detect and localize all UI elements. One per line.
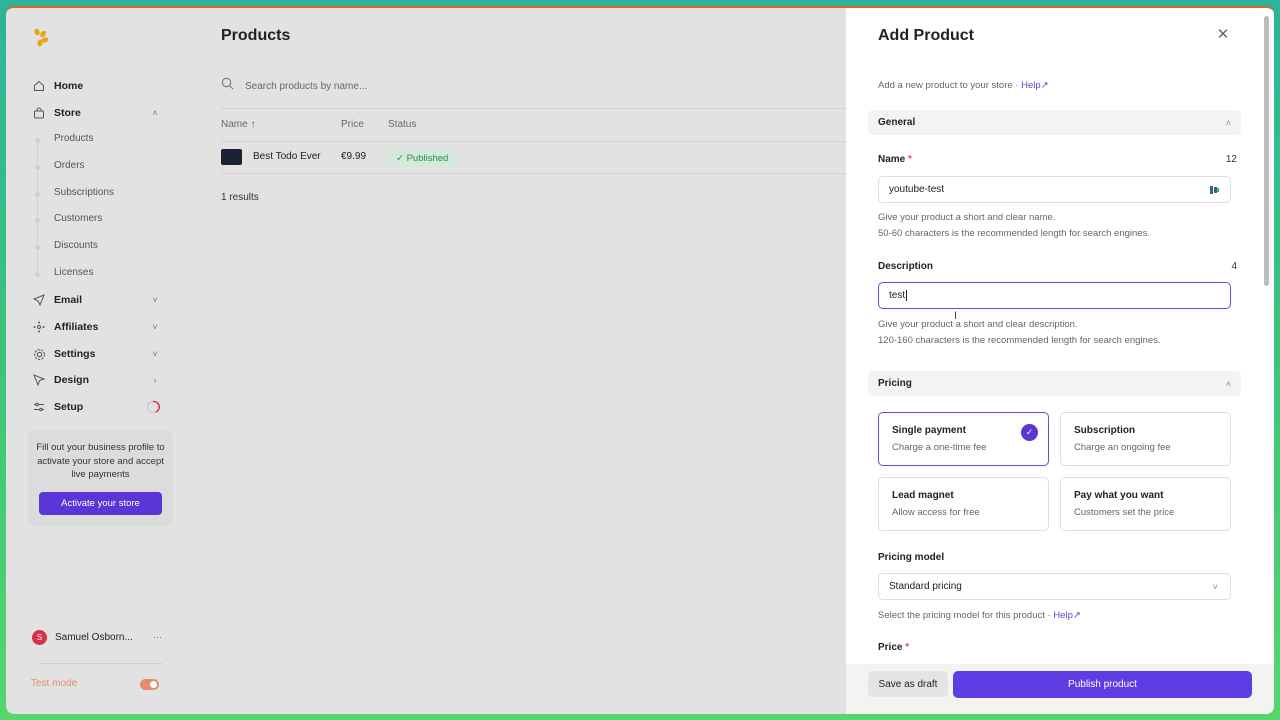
activate-store-button[interactable]: Activate your store (39, 492, 162, 515)
search-bar[interactable] (221, 76, 846, 96)
sidebar-item-store[interactable]: Store ˄ (32, 102, 160, 124)
column-header-status[interactable]: Status (388, 119, 416, 130)
sidebar-item-orders[interactable]: Orders (54, 160, 85, 171)
bullet-icon (35, 218, 40, 223)
search-input[interactable] (245, 80, 645, 92)
description-field[interactable]: test (878, 282, 1231, 309)
panel-title: Add Product (878, 27, 974, 44)
user-name: Samuel Osborn... (55, 631, 133, 643)
chevron-right-icon[interactable]: › (150, 375, 160, 385)
progress-ring-icon (146, 400, 160, 414)
affiliates-icon (32, 320, 46, 334)
product-price: €9.99 (341, 151, 367, 162)
chevron-down-icon: ˅ (1212, 581, 1218, 592)
sidebar-item-subscriptions[interactable]: Subscriptions (54, 187, 114, 198)
gear-icon (32, 347, 46, 361)
cursor-icon (32, 373, 46, 387)
search-icon (221, 77, 235, 95)
divider (221, 141, 846, 142)
test-mode-toggle[interactable] (140, 679, 159, 690)
product-thumbnail (221, 149, 242, 165)
chevron-down-icon[interactable]: ˅ (150, 295, 160, 305)
more-icon[interactable]: ··· (153, 632, 162, 642)
bullet-icon (35, 165, 40, 170)
name-label: Name * (878, 154, 912, 165)
help-link[interactable]: Help↗ (1021, 80, 1049, 91)
chevron-up-icon[interactable]: ˄ (150, 108, 160, 118)
sidebar-item-discounts[interactable]: Discounts (54, 240, 98, 251)
sidebar-item-home[interactable]: Home (32, 75, 160, 97)
test-mode-label: Test mode (31, 678, 78, 689)
close-icon[interactable]: ✕ (1216, 27, 1230, 42)
sidebar-item-settings[interactable]: Settings ˅ (32, 343, 160, 365)
price-label: Price * (878, 642, 910, 653)
logo-icon (34, 28, 49, 47)
panel-footer: Save as draft Publish product (846, 664, 1274, 714)
pricing-model-help: Select the pricing model for this produc… (878, 610, 1081, 621)
section-pricing[interactable]: Pricing ˄ (868, 371, 1241, 396)
description-label: Description (878, 261, 934, 272)
option-pay-what-you-want[interactable]: Pay what you want Customers set the pric… (1060, 477, 1231, 531)
avatar: S (32, 629, 47, 645)
sidebar-item-products[interactable]: Products (54, 133, 93, 144)
option-subscription[interactable]: Subscription Charge an ongoing fee (1060, 412, 1231, 466)
sliders-icon (32, 400, 46, 414)
shopping-bag-icon (32, 106, 46, 120)
publish-product-button[interactable]: Publish product (953, 671, 1252, 698)
bullet-icon (35, 192, 40, 197)
check-icon: ✓ (1021, 424, 1038, 441)
sidebar-item-design[interactable]: Design › (32, 369, 160, 391)
description-help: Give your product a short and clear desc… (878, 319, 1161, 346)
divider (221, 108, 846, 109)
sidebar-item-affiliates[interactable]: Affiliates ˅ (32, 316, 160, 338)
bullet-icon (35, 138, 40, 143)
sidebar-item-customers[interactable]: Customers (54, 213, 102, 224)
pricing-model-label: Pricing model (878, 552, 945, 563)
bullet-icon (35, 272, 40, 277)
pricing-model-select[interactable]: Standard pricing ˅ (878, 573, 1231, 600)
name-help: Give your product a short and clear name… (878, 212, 1150, 239)
name-field[interactable]: youtube-test (878, 176, 1231, 203)
sidebar-item-setup[interactable]: Setup (32, 396, 160, 418)
option-single-payment[interactable]: Single payment Charge a one-time fee ✓ (878, 412, 1049, 466)
name-char-count: 12 (1225, 154, 1237, 165)
chevron-up-icon: ˄ (1225, 117, 1231, 128)
divider (39, 663, 162, 664)
column-header-name[interactable]: Name ↑ (221, 119, 255, 130)
submenu-line (37, 138, 38, 274)
home-icon (32, 79, 46, 93)
product-name[interactable]: Best Todo Ever (253, 151, 321, 162)
sidebar-item-licenses[interactable]: Licenses (54, 267, 93, 278)
activate-store-card: Fill out your business profile to activa… (28, 430, 173, 526)
chevron-down-icon[interactable]: ˅ (150, 322, 160, 332)
panel-subtitle: Add a new product to your store · Help↗ (878, 80, 1049, 91)
bullet-icon (35, 245, 40, 250)
scrollbar[interactable] (1264, 16, 1269, 286)
sidebar-item-email[interactable]: Email ˅ (32, 289, 160, 311)
send-icon (32, 293, 46, 307)
password-manager-icon[interactable] (1210, 185, 1220, 195)
description-char-count: 4 (1231, 261, 1237, 272)
text-caret (906, 290, 908, 301)
page-title: Products (221, 27, 291, 44)
section-general[interactable]: General ˄ (868, 110, 1241, 135)
status-badge: ✓ Published (388, 149, 457, 167)
results-count: 1 results (221, 192, 259, 203)
user-menu[interactable]: S Samuel Osborn... ··· (32, 628, 162, 646)
column-header-price[interactable]: Price (341, 119, 364, 130)
option-lead-magnet[interactable]: Lead magnet Allow access for free (878, 477, 1049, 531)
save-as-draft-button[interactable]: Save as draft (868, 671, 948, 697)
add-product-panel: Add Product ✕ Add a new product to your … (846, 8, 1274, 714)
help-link[interactable]: Help↗ (1053, 610, 1081, 621)
app-window: Home Store ˄ Products Orders Subscriptio… (6, 6, 1274, 714)
sidebar: Home Store ˄ Products Orders Subscriptio… (6, 8, 181, 714)
products-page: Products Name ↑ Price Status Best Todo E… (221, 8, 846, 714)
chevron-up-icon: ˄ (1225, 378, 1231, 389)
chevron-down-icon[interactable]: ˅ (150, 349, 160, 359)
divider (221, 173, 846, 174)
